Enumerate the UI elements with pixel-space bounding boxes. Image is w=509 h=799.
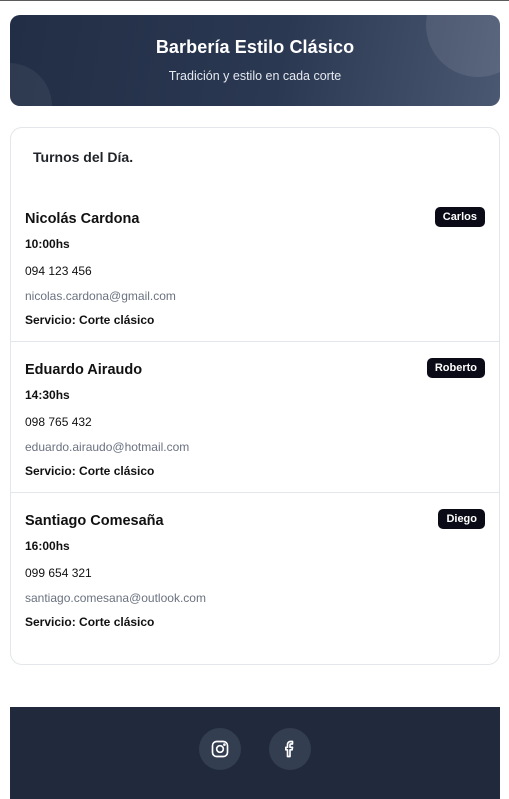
appointment-item[interactable]: Eduardo Airaudo Roberto 14:30hs 098 765 …: [11, 341, 499, 492]
client-email: nicolas.cardona@gmail.com: [25, 289, 176, 303]
client-email: eduardo.airaudo@hotmail.com: [25, 440, 190, 454]
barber-badge: Diego: [438, 509, 485, 529]
client-phone: 094 123 456: [25, 264, 92, 278]
appointment-item[interactable]: Nicolás Cardona Carlos 10:00hs 094 123 4…: [11, 191, 499, 342]
top-border-line: [0, 0, 509, 1]
header-banner: Barbería Estilo Clásico Tradición y esti…: [10, 15, 500, 106]
appointments-title: Turnos del Día.: [33, 149, 134, 165]
barber-badge: Roberto: [426, 358, 485, 378]
instagram-link[interactable]: [199, 728, 241, 770]
instagram-icon: [211, 740, 229, 758]
footer: [10, 707, 500, 799]
appointment-service: Servicio: Corte clásico: [25, 464, 155, 478]
client-email: santiago.comesana@outlook.com: [25, 591, 206, 605]
client-name: Nicolás Cardona: [25, 211, 140, 227]
client-name: Santiago Comesaña: [25, 513, 164, 529]
facebook-link[interactable]: [269, 728, 311, 770]
appointment-time: 10:00hs: [25, 237, 70, 251]
appointment-time: 16:00hs: [25, 539, 70, 553]
appointment-service: Servicio: Corte clásico: [25, 313, 155, 327]
page-title: Barbería Estilo Clásico: [155, 37, 355, 57]
appointment-service: Servicio: Corte clásico: [25, 615, 155, 629]
client-name: Eduardo Airaudo: [25, 362, 143, 378]
client-phone: 099 654 321: [25, 566, 92, 580]
facebook-icon: [285, 740, 294, 758]
page-subtitle: Tradición y estilo en cada corte: [168, 69, 342, 83]
appointment-time: 14:30hs: [25, 388, 70, 402]
barber-badge: Carlos: [434, 207, 485, 227]
client-phone: 098 765 432: [25, 415, 92, 429]
appointment-item[interactable]: Santiago Comesaña Diego 16:00hs 099 654 …: [11, 492, 499, 643]
appointments-card: Turnos del Día. Nicolás Cardona Carlos 1…: [10, 127, 500, 665]
